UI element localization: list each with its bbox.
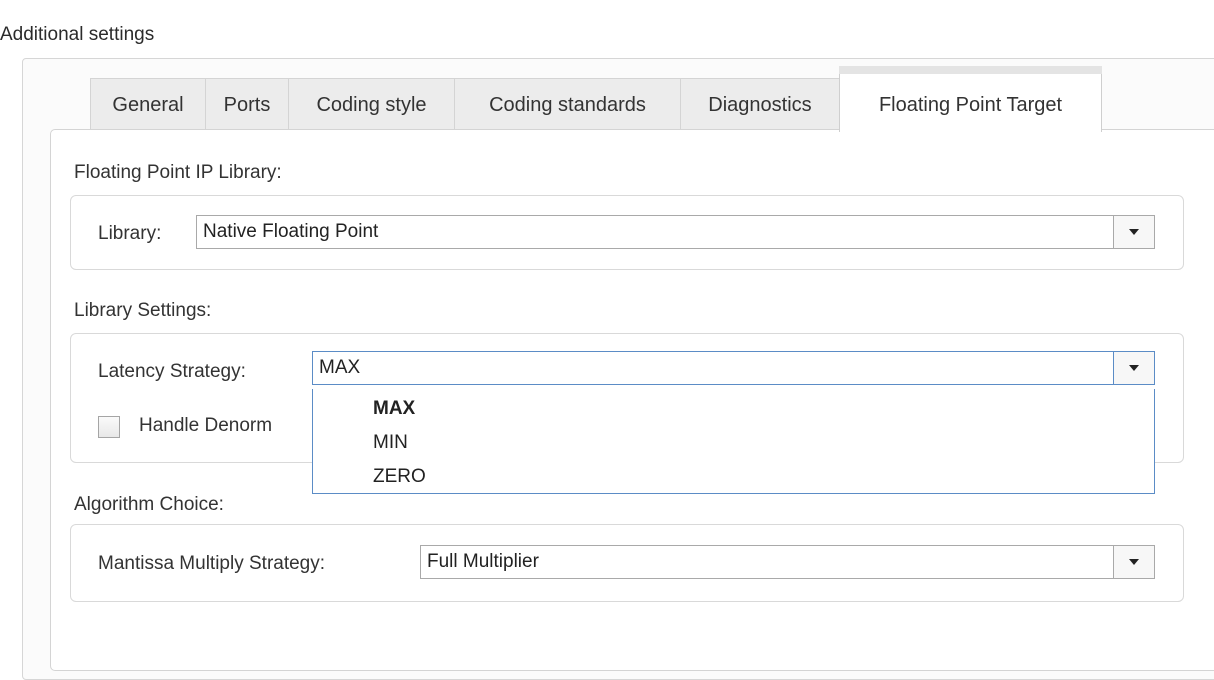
handle-denormals-checkbox[interactable] — [98, 416, 120, 438]
library-label: Library: — [98, 223, 162, 244]
handle-denormals-label: Handle Denorm — [139, 415, 273, 436]
library-settings-group-label: Library Settings: — [74, 300, 212, 321]
dropdown-option-max[interactable]: MAX — [373, 398, 415, 420]
mantissa-strategy-select[interactable]: Full Multiplier — [420, 545, 1155, 579]
dropdown-option-min[interactable]: MIN — [373, 432, 408, 454]
library-select[interactable]: Native Floating Point — [196, 215, 1155, 249]
tab-floating-point-target[interactable]: Floating Point Target — [839, 66, 1102, 132]
tab-label: General — [112, 94, 184, 116]
mantissa-strategy-label: Mantissa Multiply Strategy: — [98, 553, 326, 574]
tab-diagnostics[interactable]: Diagnostics — [680, 78, 840, 130]
tab-label: Ports — [223, 94, 271, 116]
algorithm-group-label: Algorithm Choice: — [74, 494, 224, 515]
library-select-value: Native Floating Point — [203, 221, 379, 242]
section-title: Additional settings — [0, 24, 155, 45]
tab-ports[interactable]: Ports — [205, 78, 289, 130]
latency-strategy-select[interactable]: MAX — [312, 351, 1155, 385]
chevron-down-icon — [1129, 365, 1139, 371]
tab-coding-style[interactable]: Coding style — [288, 78, 455, 130]
dropdown-option-zero[interactable]: ZERO — [373, 466, 426, 488]
tab-label: Coding style — [316, 94, 427, 116]
tab-label: Floating Point Target — [878, 94, 1063, 116]
mantissa-strategy-value: Full Multiplier — [427, 551, 539, 572]
mantissa-dropdown-button[interactable] — [1113, 546, 1154, 578]
chevron-down-icon — [1129, 559, 1139, 565]
tab-coding-standards[interactable]: Coding standards — [454, 78, 681, 130]
latency-strategy-label: Latency Strategy: — [98, 361, 246, 382]
tab-label: Diagnostics — [708, 94, 812, 116]
chevron-down-icon — [1129, 229, 1139, 235]
latency-strategy-value: MAX — [319, 357, 361, 378]
tab-label: Coding standards — [489, 94, 646, 116]
ip-library-group-label: Floating Point IP Library: — [74, 162, 282, 183]
latency-dropdown-button[interactable] — [1113, 352, 1154, 384]
tab-general[interactable]: General — [90, 78, 206, 130]
library-dropdown-button[interactable] — [1113, 216, 1154, 248]
latency-strategy-dropdown-list: MAX MIN ZERO — [312, 389, 1155, 494]
